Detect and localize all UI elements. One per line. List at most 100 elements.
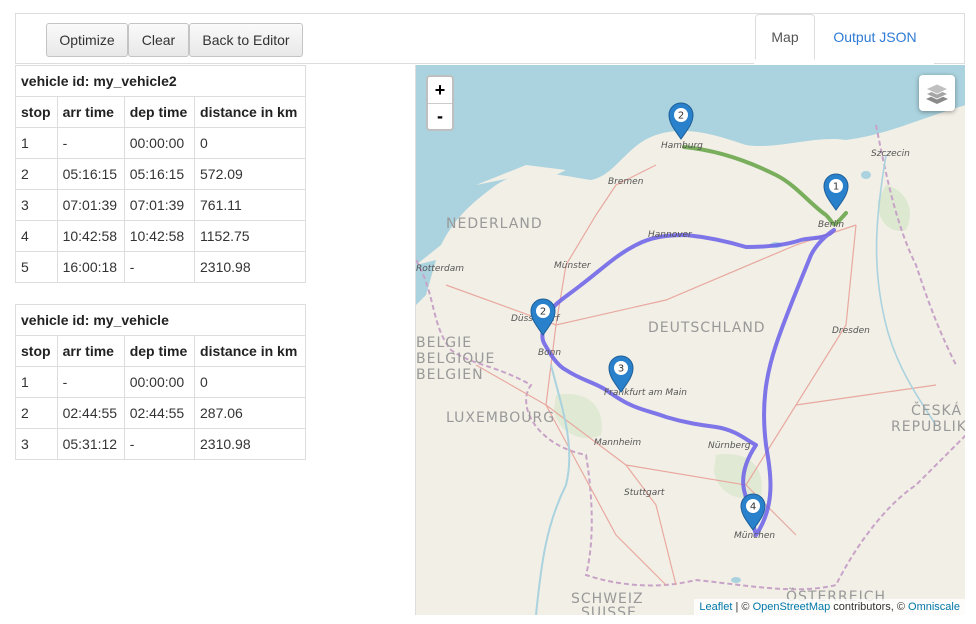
col-header-stop: stop (15, 335, 58, 367)
map-canvas[interactable]: NEDERLAND DEUTSCHLAND BELGIE BELGIQUE BE… (416, 65, 965, 615)
country-border (875, 124, 957, 366)
cell: 00:00:00 (123, 127, 196, 159)
cell: 05:16:15 (56, 158, 125, 190)
cell: - (123, 428, 196, 460)
cell: 05:16:15 (123, 158, 196, 190)
cell: 00:00:00 (123, 366, 196, 398)
city-label: Hamburg (661, 141, 703, 151)
leaflet-link[interactable]: Leaflet (699, 601, 732, 613)
country-label: SUISSE (581, 605, 637, 615)
table-header-row: stop arr time dep time distance in km (15, 96, 306, 128)
optimize-button[interactable]: Optimize (46, 23, 128, 57)
city-label: Nürnberg (708, 441, 751, 451)
col-header-stop: stop (15, 96, 58, 128)
country-label: REPUBLIKA (891, 419, 965, 435)
cell: 0 (194, 127, 306, 159)
clear-button[interactable]: Clear (128, 23, 189, 57)
tab-output-json[interactable]: Output JSON (815, 14, 935, 60)
map-view[interactable]: NEDERLAND DEUTSCHLAND BELGIE BELGIQUE BE… (415, 65, 965, 615)
city-label: Szczecin (871, 149, 910, 159)
osm-link[interactable]: OpenStreetMap (753, 601, 831, 613)
cell: 1 (15, 366, 58, 398)
marker-pin-icon[interactable]: 2 (530, 298, 556, 336)
city-label: Münster (554, 261, 592, 271)
attribution-text: | © (732, 601, 753, 613)
city-label: Rotterdam (416, 264, 464, 274)
forest-area (714, 454, 762, 499)
table-row: 1-00:00:00 0 (15, 366, 306, 398)
marker-pin-icon[interactable]: 3 (608, 355, 634, 393)
omniscale-link[interactable]: Omniscale (908, 601, 960, 613)
marker-number: 4 (750, 502, 756, 513)
col-header-arr-time: arr time (56, 96, 125, 128)
table-row: 4 10:42:58 10:42:58 1152.75 (15, 220, 306, 252)
country-label: BELGIE (416, 335, 472, 351)
cell: 10:42:58 (56, 220, 125, 252)
map-attribution: Leaflet | © OpenStreetMap contributors, … (694, 599, 965, 615)
city-label: Bonn (538, 348, 561, 358)
country-label: NEDERLAND (446, 216, 543, 232)
cell: 2310.98 (194, 251, 306, 283)
cell: 02:44:55 (123, 397, 196, 429)
cell: 1152.75 (194, 220, 306, 252)
cell: 0 (194, 366, 306, 398)
cell: 3 (15, 189, 58, 221)
country-label: LUXEMBOURG (446, 410, 555, 426)
table-row: 3 07:01:39 07:01:39 761.11 (15, 189, 306, 221)
table-row: 1-00:00:00 0 (15, 127, 306, 159)
vehicle-table-my-vehicle: vehicle id: my_vehicle stop arr time dep… (15, 304, 306, 460)
route-my-vehicle2[interactable] (540, 228, 836, 537)
cell: 02:44:55 (56, 397, 125, 429)
cell: 2 (15, 397, 58, 429)
country-label: BELGIEN (416, 367, 484, 383)
vehicle-title: vehicle id: my_vehicle2 (15, 65, 306, 97)
vehicle-table-my-vehicle2: vehicle id: my_vehicle2 stop arr time de… (15, 65, 306, 283)
col-header-distance: distance in km (194, 335, 306, 367)
marker-number: 3 (618, 364, 624, 375)
toolbar-panel: Optimize Clear Back to Editor Map Output… (15, 13, 965, 64)
route-my-vehicle[interactable] (682, 145, 848, 227)
marker-number: 2 (678, 111, 684, 122)
vehicle-title: vehicle id: my_vehicle (15, 304, 306, 336)
city-label: Frankfurt am Main (604, 388, 687, 398)
cell: - (56, 127, 125, 159)
tab-map[interactable]: Map (755, 14, 815, 60)
table-header-row: stop arr time dep time distance in km (15, 335, 306, 367)
lake (861, 171, 871, 179)
col-header-dep-time: dep time (123, 335, 196, 367)
marker-pin-icon[interactable]: 2 (668, 102, 694, 140)
cell: 05:31:12 (56, 428, 125, 460)
road (745, 224, 857, 486)
road (625, 464, 677, 586)
table-row: 2 02:44:55 02:44:55 287.06 (15, 397, 306, 429)
city-label: Bremen (608, 177, 644, 187)
table-row: 2 05:16:15 05:16:15 572.09 (15, 158, 306, 190)
cell: 2 (15, 158, 58, 190)
cell: 761.11 (194, 189, 306, 221)
zoom-control: + - (426, 75, 454, 131)
col-header-arr-time: arr time (56, 335, 125, 367)
attribution-text: contributors, © (830, 601, 909, 613)
cell: 287.06 (194, 397, 306, 429)
marker-pin-icon[interactable]: 1 (823, 173, 849, 211)
table-row: 5 16:00:18-2310.98 (15, 251, 306, 283)
back-to-editor-button[interactable]: Back to Editor (189, 23, 303, 57)
layers-button[interactable] (919, 75, 955, 111)
cell: 16:00:18 (56, 251, 125, 283)
cell: 5 (15, 251, 58, 283)
tab-divider-left (15, 63, 754, 64)
col-header-distance: distance in km (194, 96, 306, 128)
cell: 2310.98 (194, 428, 306, 460)
cell: 3 (15, 428, 58, 460)
lake (731, 577, 741, 583)
city-label: Hannover (648, 230, 693, 240)
cell: - (56, 366, 125, 398)
country-label: ČESKÁ (911, 401, 962, 419)
country-label: DEUTSCHLAND (648, 320, 766, 336)
zoom-in-button[interactable]: + (428, 77, 452, 103)
cell: 07:01:39 (56, 189, 125, 221)
cell: 1 (15, 127, 58, 159)
city-label: Dresden (832, 326, 870, 336)
zoom-out-button[interactable]: - (428, 103, 452, 129)
city-label: Mannheim (594, 438, 641, 448)
